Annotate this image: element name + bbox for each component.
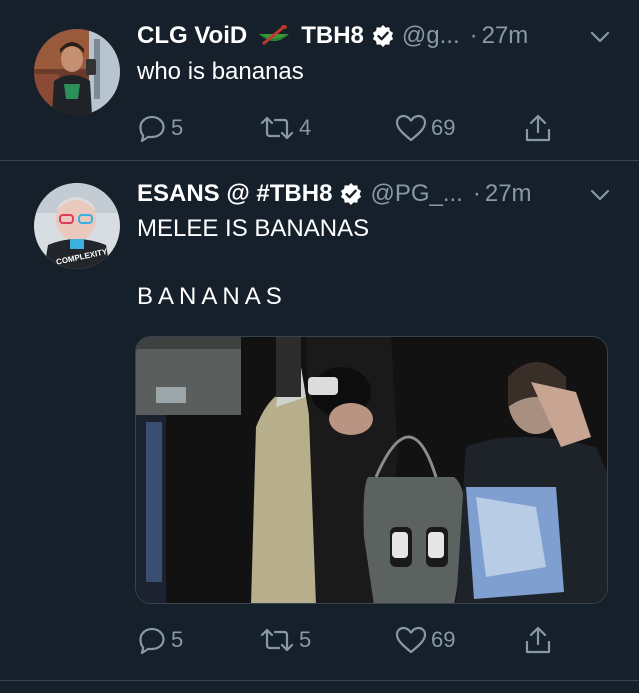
display-name[interactable]: ESANS @ #TBH8 (137, 180, 332, 208)
reply-button[interactable]: 5 (137, 112, 183, 144)
tweet-1[interactable]: CLG VoiD TBH8 @g... · 27m who is bananas (0, 0, 639, 161)
avatar-photo (34, 29, 120, 115)
tweet-actions: 5 5 69 (137, 624, 557, 656)
retweet-icon (260, 628, 294, 652)
share-button[interactable] (523, 624, 553, 656)
media-image (136, 337, 607, 603)
green-canoe-paddle-emoji-icon (257, 24, 291, 48)
tweet-text: who is bananas (137, 58, 304, 85)
separator-dot: · (472, 180, 481, 207)
handle[interactable]: @PG_... (370, 180, 462, 208)
chevron-down-icon[interactable] (589, 26, 611, 48)
display-name-suffix[interactable]: TBH8 (301, 22, 364, 50)
avatar[interactable]: COMPLEXITY (34, 183, 120, 269)
reply-count: 5 (171, 115, 184, 140)
like-button[interactable]: 69 (395, 624, 455, 656)
tweet-header: CLG VoiD TBH8 @g... · 27m (137, 20, 611, 52)
tweet-media-photo[interactable] (135, 336, 608, 604)
divider (0, 680, 639, 681)
verified-badge-icon (339, 182, 363, 206)
avatar[interactable] (34, 29, 120, 115)
like-count: 69 (431, 627, 456, 652)
display-name[interactable]: CLG VoiD (137, 22, 247, 50)
share-icon (525, 114, 551, 142)
reply-icon (139, 627, 165, 655)
reply-button[interactable]: 5 (137, 624, 183, 656)
retweet-count: 5 (299, 627, 312, 652)
tweet-2[interactable]: COMPLEXITY ESANS @ #TBH8 @PG_... · 27m M… (0, 161, 639, 693)
like-count: 69 (431, 115, 456, 140)
avatar-photo: COMPLEXITY (34, 183, 120, 269)
tweet-header: ESANS @ #TBH8 @PG_... · 27m (137, 178, 611, 210)
retweet-icon (260, 116, 294, 140)
separator-dot: · (469, 22, 478, 49)
like-button[interactable]: 69 (395, 112, 455, 144)
verified-badge-icon (371, 24, 395, 48)
share-button[interactable] (523, 112, 553, 144)
timestamp[interactable]: 27m (485, 180, 532, 208)
like-icon (395, 626, 427, 654)
retweet-button[interactable]: 4 (259, 112, 311, 144)
tweet-actions: 5 4 69 (137, 112, 557, 144)
retweet-count: 4 (299, 115, 312, 140)
chevron-down-icon[interactable] (589, 184, 611, 206)
retweet-button[interactable]: 5 (259, 624, 311, 656)
tweet-text-line-1: MELEE IS BANANAS (137, 215, 370, 242)
timestamp[interactable]: 27m (482, 22, 529, 50)
handle[interactable]: @g... (402, 22, 460, 50)
like-icon (395, 114, 427, 142)
reply-icon (139, 115, 165, 143)
share-icon (525, 626, 551, 654)
tweet-text-line-2: BANANAS (137, 283, 287, 310)
reply-count: 5 (171, 627, 184, 652)
